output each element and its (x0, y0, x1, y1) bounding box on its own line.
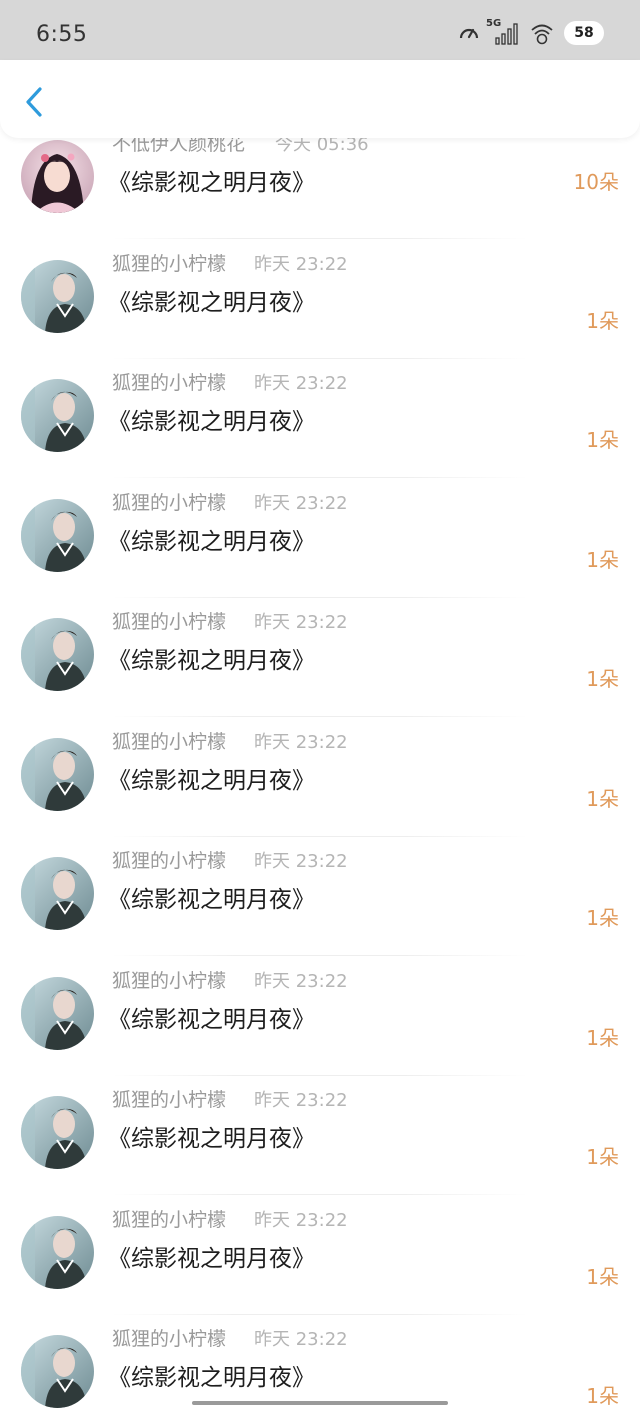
list-item[interactable]: 狐狸的小柠檬 昨天 23:22 《综影视之明月夜》 1朵 (0, 1315, 640, 1408)
flower-count: 1朵 (586, 1384, 619, 1408)
book-title: 《综影视之明月夜》 (108, 409, 315, 435)
back-button[interactable] (16, 82, 52, 122)
nav-bar (0, 60, 640, 138)
username[interactable]: 狐狸的小柠檬 (112, 1324, 226, 1351)
avatar[interactable] (21, 379, 94, 452)
username[interactable]: 狐狸的小柠檬 (112, 488, 226, 515)
list-item[interactable]: 狐狸的小柠檬 昨天 23:22 《综影视之明月夜》 1朵 (0, 479, 640, 598)
username[interactable]: 狐狸的小柠檬 (112, 1085, 226, 1112)
timestamp: 昨天 23:22 (254, 851, 348, 872)
cellular-signal-icon: 5G (486, 18, 520, 46)
timestamp: 昨天 23:22 (254, 492, 348, 514)
list-item[interactable]: 不低伊人颜桃花 今天 05:36 《综影视之明月夜》 10朵 (0, 138, 640, 239)
timestamp: 昨天 23:22 (254, 970, 348, 992)
list-item[interactable]: 狐狸的小柠檬 昨天 23:22 《综影视之明月夜》 1朵 (0, 718, 640, 837)
timestamp: 昨天 23:22 (254, 1329, 348, 1350)
list-item[interactable]: 狐狸的小柠檬 昨天 23:22 《综影视之明月夜》 1朵 (0, 957, 640, 1076)
flower-count: 10朵 (573, 170, 619, 194)
timestamp: 昨天 23:22 (254, 612, 348, 633)
username[interactable]: 不低伊人颜桃花 (112, 138, 245, 156)
avatar[interactable] (21, 1096, 94, 1169)
username[interactable]: 狐狸的小柠檬 (112, 727, 226, 754)
username[interactable]: 狐狸的小柠檬 (112, 249, 226, 276)
timestamp: 昨天 23:22 (254, 1090, 348, 1111)
book-title: 《综影视之明月夜》 (108, 887, 315, 913)
book-title: 《综影视之明月夜》 (108, 289, 315, 316)
username[interactable]: 狐狸的小柠檬 (112, 607, 226, 634)
wifi-icon (530, 21, 554, 45)
status-time: 6:55 (36, 22, 88, 47)
book-title: 《综影视之明月夜》 (108, 1126, 315, 1152)
book-title: 《综影视之明月夜》 (108, 648, 315, 674)
list-item[interactable]: 狐狸的小柠檬 昨天 23:22 《综影视之明月夜》 1朵 (0, 837, 640, 956)
avatar[interactable] (21, 976, 94, 1050)
flower-count: 1朵 (586, 667, 619, 691)
book-title: 《综影视之明月夜》 (108, 1365, 315, 1391)
avatar[interactable] (21, 618, 94, 691)
battery-icon: 58 (564, 21, 604, 45)
flower-count: 1朵 (586, 547, 619, 572)
list-item[interactable]: 狐狸的小柠檬 昨天 23:22 《综影视之明月夜》 1朵 (0, 240, 640, 359)
flower-count: 1朵 (586, 1145, 619, 1169)
flower-count: 1朵 (586, 1264, 619, 1289)
flower-count: 1朵 (586, 906, 619, 930)
book-title: 《综影视之明月夜》 (108, 1006, 315, 1033)
username[interactable]: 狐狸的小柠檬 (112, 846, 226, 873)
home-indicator[interactable] (192, 1401, 448, 1405)
timestamp: 昨天 23:22 (254, 731, 348, 753)
avatar[interactable] (21, 259, 94, 333)
avatar[interactable] (21, 857, 94, 930)
speed-meter-icon (458, 22, 480, 44)
username[interactable]: 狐狸的小柠檬 (112, 1205, 226, 1232)
timestamp: 昨天 23:22 (254, 1209, 348, 1231)
list-item[interactable]: 狐狸的小柠檬 昨天 23:22 《综影视之明月夜》 1朵 (0, 1076, 640, 1195)
flower-count: 1朵 (586, 428, 619, 452)
timestamp: 昨天 23:22 (254, 253, 348, 275)
gift-record-list[interactable]: 不低伊人颜桃花 今天 05:36 《综影视之明月夜》 10朵 狐狸的小柠檬 昨天 23:2… (0, 138, 640, 1408)
status-bar: 6:55 5G 58 (0, 0, 640, 60)
timestamp: 昨天 23:22 (254, 373, 348, 394)
status-icons: 5G 58 (458, 18, 604, 48)
timestamp: 今天 05:36 (275, 138, 369, 155)
flower-count: 1朵 (586, 786, 619, 811)
list-item[interactable]: 狐狸的小柠檬 昨天 23:22 《综影视之明月夜》 1朵 (0, 359, 640, 478)
avatar[interactable] (21, 737, 94, 811)
flower-count: 1朵 (586, 308, 619, 333)
book-title: 《综影视之明月夜》 (108, 170, 315, 196)
list-item[interactable]: 狐狸的小柠檬 昨天 23:22 《综影视之明月夜》 1朵 (0, 598, 640, 717)
chevron-left-icon (26, 87, 42, 117)
book-title: 《综影视之明月夜》 (108, 1245, 315, 1272)
avatar[interactable] (21, 498, 94, 572)
username[interactable]: 狐狸的小柠檬 (112, 368, 226, 395)
avatar[interactable] (21, 1215, 94, 1289)
book-title: 《综影视之明月夜》 (108, 767, 315, 794)
list-item[interactable]: 狐狸的小柠檬 昨天 23:22 《综影视之明月夜》 1朵 (0, 1196, 640, 1315)
book-title: 《综影视之明月夜》 (108, 528, 315, 555)
flower-count: 1朵 (586, 1025, 619, 1050)
username[interactable]: 狐狸的小柠檬 (112, 966, 226, 993)
avatar[interactable] (21, 1335, 94, 1408)
avatar[interactable] (21, 140, 94, 213)
